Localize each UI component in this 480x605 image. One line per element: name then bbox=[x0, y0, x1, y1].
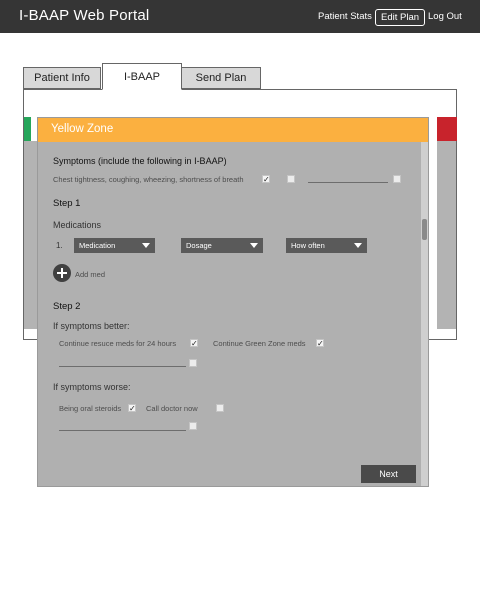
tab-send-plan[interactable]: Send Plan bbox=[181, 67, 261, 89]
symptoms-custom-checkbox[interactable] bbox=[393, 175, 401, 183]
modal-scrollbar[interactable] bbox=[421, 142, 428, 486]
green-zone-strip[interactable] bbox=[24, 117, 31, 141]
medications-label: Medications bbox=[53, 220, 102, 230]
symptoms-text: Chest tightness, coughing, wheezing, sho… bbox=[53, 175, 244, 184]
worse-custom-checkbox[interactable] bbox=[189, 422, 197, 430]
modal-title: Yellow Zone bbox=[51, 123, 114, 135]
medication-dropdown[interactable]: Medication bbox=[74, 238, 155, 253]
worse-custom-input[interactable] bbox=[59, 430, 186, 431]
oral-steroids-label: Being oral steroids bbox=[59, 404, 122, 413]
symptoms-custom-input[interactable] bbox=[308, 182, 388, 183]
continue-rescue-label: Continue resuce meds for 24 hours bbox=[59, 339, 177, 348]
modal-header: Yellow Zone bbox=[38, 118, 428, 142]
add-med-label[interactable]: Add med bbox=[75, 270, 105, 279]
how-often-dropdown[interactable]: How often bbox=[286, 238, 367, 253]
step2-heading: Step 2 bbox=[53, 301, 81, 312]
better-custom-checkbox[interactable] bbox=[189, 359, 197, 367]
symptoms-extra-checkbox[interactable] bbox=[287, 175, 295, 183]
how-often-dropdown-label: How often bbox=[291, 241, 325, 250]
red-zone-strip[interactable] bbox=[437, 117, 457, 141]
call-doctor-label: Call doctor now bbox=[146, 404, 198, 413]
top-bar: I-BAAP Web Portal Patient Stats Edit Pla… bbox=[0, 0, 480, 33]
better-custom-input[interactable] bbox=[59, 366, 186, 367]
patient-stats-link[interactable]: Patient Stats bbox=[318, 11, 372, 22]
oral-steroids-checkbox[interactable]: ✓ bbox=[128, 404, 136, 413]
scrollbar-thumb[interactable] bbox=[422, 219, 427, 240]
symptoms-heading: Symptoms (include the following in I-BAA… bbox=[53, 156, 227, 166]
log-out-link[interactable]: Log Out bbox=[428, 11, 462, 22]
continue-green-checkbox[interactable]: ✓ bbox=[316, 339, 324, 348]
add-med-icon[interactable] bbox=[53, 264, 71, 282]
chevron-down-icon bbox=[142, 243, 150, 248]
yellow-zone-modal: Yellow Zone Symptoms (include the follow… bbox=[37, 117, 429, 487]
red-zone-card bbox=[437, 141, 456, 329]
tab-patient-info[interactable]: Patient Info bbox=[23, 67, 101, 89]
edit-plan-button[interactable]: Edit Plan bbox=[375, 9, 426, 26]
green-zone-card bbox=[24, 141, 37, 329]
call-doctor-checkbox[interactable] bbox=[216, 404, 224, 412]
chevron-down-icon bbox=[354, 243, 362, 248]
medication-row-number: 1. bbox=[56, 241, 63, 250]
dosage-dropdown[interactable]: Dosage bbox=[181, 238, 263, 253]
continue-green-label: Continue Green Zone meds bbox=[213, 339, 306, 348]
continue-rescue-checkbox[interactable]: ✓ bbox=[190, 339, 198, 348]
medication-dropdown-label: Medication bbox=[79, 241, 116, 250]
symptoms-worse-label: If symptoms worse: bbox=[53, 382, 131, 392]
step1-heading: Step 1 bbox=[53, 198, 81, 209]
app-title: I-BAAP Web Portal bbox=[19, 7, 150, 24]
symptoms-checkbox[interactable]: ✓ bbox=[262, 175, 270, 184]
next-button[interactable]: Next bbox=[361, 465, 416, 483]
chevron-down-icon bbox=[250, 243, 258, 248]
dosage-dropdown-label: Dosage bbox=[186, 241, 212, 250]
symptoms-better-label: If symptoms better: bbox=[53, 321, 130, 331]
tab-ibaap[interactable]: I-BAAP bbox=[102, 63, 182, 90]
